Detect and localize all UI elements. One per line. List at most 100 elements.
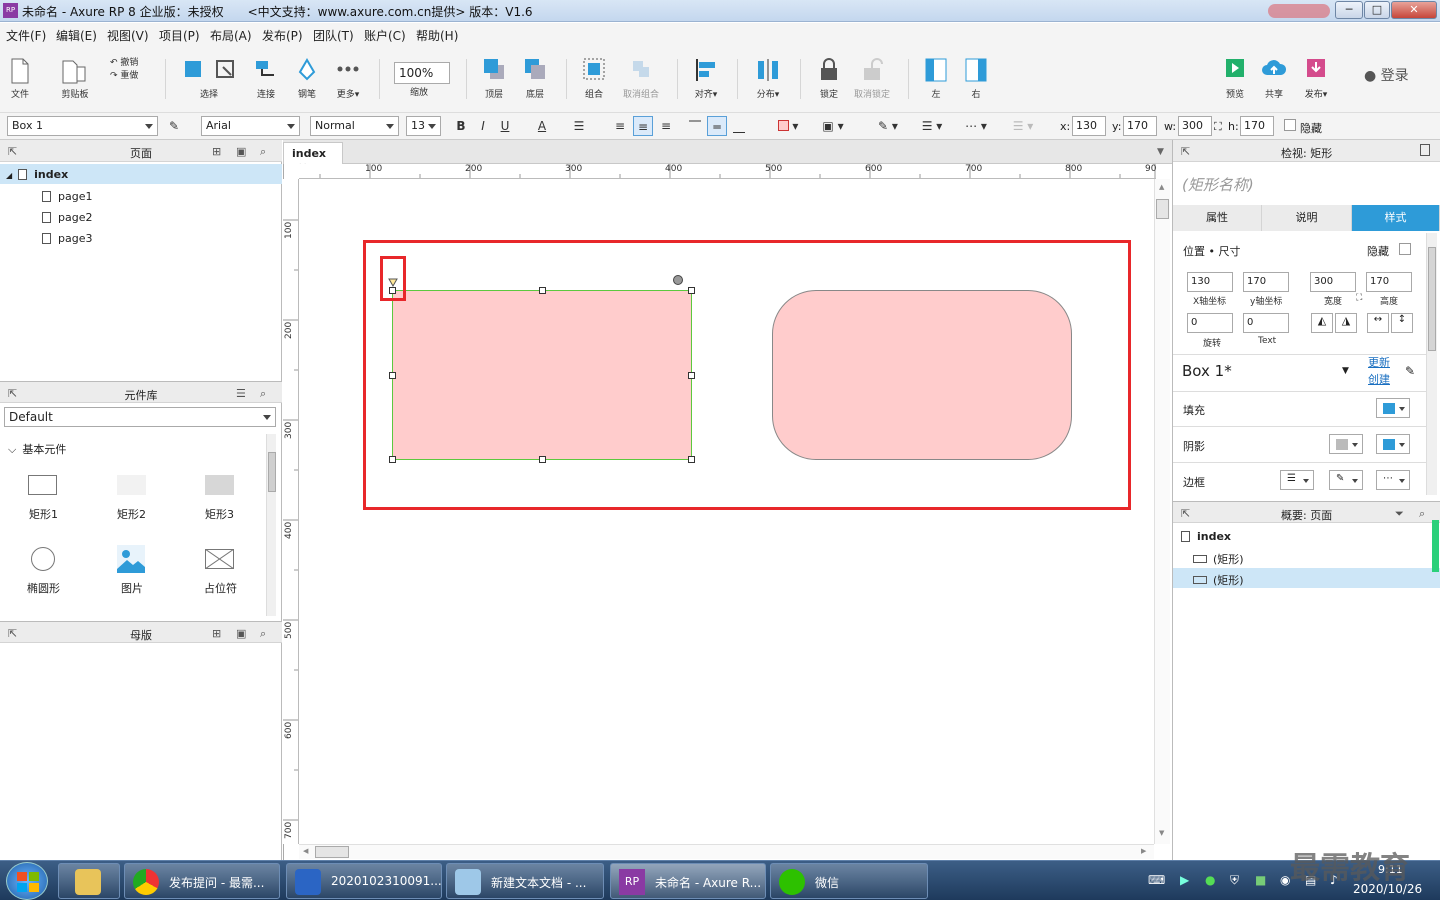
- resize-handle[interactable]: [539, 287, 546, 294]
- note-icon[interactable]: [1420, 144, 1430, 156]
- resize-handle[interactable]: [688, 287, 695, 294]
- page-tree-item[interactable]: page2: [42, 211, 92, 224]
- menu-view[interactable]: 视图(V): [107, 27, 149, 44]
- menu-icon[interactable]: ☰: [236, 387, 246, 400]
- flip-vertical-icon[interactable]: ◮: [1335, 313, 1357, 333]
- notepad-taskbar-item[interactable]: 新建文本文档 - ...: [446, 863, 604, 899]
- inspector-w-input[interactable]: 300: [1310, 272, 1356, 292]
- tray-app-icon[interactable]: ▶: [1180, 873, 1189, 887]
- security-icon[interactable]: ⛨: [1230, 873, 1239, 888]
- explorer-taskbar-item[interactable]: [58, 863, 120, 899]
- outline-item[interactable]: (矩形): [1193, 551, 1244, 567]
- collapse-icon[interactable]: ⇱: [1181, 145, 1190, 158]
- horizontal-scrollbar[interactable]: ◀ ▶: [299, 844, 1154, 859]
- scroll-down-icon[interactable]: ▼: [1159, 829, 1164, 837]
- fit-height-icon[interactable]: ↕: [1391, 313, 1413, 333]
- inspector-h-input[interactable]: 170: [1366, 272, 1412, 292]
- add-master-icon[interactable]: ⊞: [212, 627, 221, 640]
- valign-bottom-icon[interactable]: ⎽: [729, 116, 749, 136]
- image-widget-icon[interactable]: [117, 545, 145, 573]
- aspect-lock-icon[interactable]: ⛶: [1356, 293, 1362, 303]
- underline-button[interactable]: U: [495, 116, 515, 136]
- add-folder-icon[interactable]: ▣: [236, 145, 246, 158]
- font-color-button[interactable]: A: [525, 116, 559, 136]
- tab-properties[interactable]: 属性: [1173, 205, 1262, 231]
- nvidia-icon[interactable]: ■: [1255, 873, 1266, 887]
- border-color-picker[interactable]: ✎: [1329, 470, 1363, 490]
- fill-color-button[interactable]: ▾: [770, 116, 806, 136]
- wechat-taskbar-item[interactable]: 微信: [770, 863, 928, 899]
- library-select[interactable]: Default: [4, 407, 276, 427]
- wechat-tray-icon[interactable]: ●: [1205, 873, 1215, 887]
- connect-button[interactable]: 连接: [252, 57, 280, 100]
- add-page-icon[interactable]: ⊞: [212, 145, 221, 158]
- line-width-button[interactable]: ☰ ▾: [914, 116, 950, 136]
- login-button[interactable]: ● 登录: [1364, 65, 1409, 85]
- rectangle2-widget[interactable]: [117, 475, 146, 495]
- style-editor-icon[interactable]: ✎: [164, 116, 184, 136]
- share-button[interactable]: 共享: [1260, 57, 1288, 100]
- keyboard-icon[interactable]: ⌨: [1148, 873, 1165, 887]
- chrome-taskbar-item[interactable]: 发布提问 - 最需...: [124, 863, 280, 899]
- scroll-left-icon[interactable]: ◀: [303, 847, 308, 855]
- publish-button[interactable]: 发布▾: [1300, 57, 1332, 100]
- inspector-scrollbar[interactable]: [1426, 233, 1437, 495]
- search-icon[interactable]: ⌕: [260, 387, 266, 401]
- valign-middle-icon[interactable]: ═: [707, 116, 727, 136]
- resize-handle[interactable]: [688, 372, 695, 379]
- inner-shadow-picker[interactable]: [1376, 434, 1410, 454]
- font-size-select[interactable]: 13: [406, 116, 441, 136]
- ungroup-button[interactable]: 取消组合: [618, 57, 664, 100]
- corner-radius-handle-icon[interactable]: [388, 278, 398, 287]
- resize-handle[interactable]: [539, 456, 546, 463]
- menu-layout[interactable]: 布局(A): [210, 27, 252, 44]
- shape-name-input[interactable]: (矩形名称): [1182, 174, 1254, 195]
- page-tree-item[interactable]: page1: [42, 190, 92, 203]
- library-scrollbar[interactable]: [266, 434, 276, 616]
- bullet-list-icon[interactable]: ☰: [569, 116, 589, 136]
- tab-notes[interactable]: 说明: [1262, 205, 1352, 231]
- hide-checkbox[interactable]: [1399, 243, 1411, 255]
- fill-color-picker[interactable]: [1376, 398, 1410, 418]
- align-button[interactable]: 对齐▾: [690, 57, 722, 100]
- close-button[interactable]: ✕: [1391, 1, 1437, 19]
- aspect-lock-icon[interactable]: ⛶: [1214, 120, 1222, 134]
- collapse-icon[interactable]: ⇱: [1181, 507, 1190, 520]
- font-style-select[interactable]: Normal: [310, 116, 399, 136]
- align-text-center-icon[interactable]: ≡: [633, 116, 653, 136]
- zoom-select[interactable]: 100%: [394, 62, 450, 84]
- left-panel-button[interactable]: 左: [924, 57, 948, 100]
- widget-name-select[interactable]: Box 1: [7, 116, 158, 136]
- page-tree-item[interactable]: page3: [42, 232, 92, 245]
- menu-file[interactable]: 文件(F): [6, 27, 46, 44]
- qq-icon[interactable]: ◉: [1280, 873, 1290, 887]
- minimize-button[interactable]: ─: [1335, 1, 1363, 19]
- vertical-scrollbar[interactable]: ▲ ▼: [1154, 179, 1170, 844]
- tab-index[interactable]: index ×: [283, 142, 343, 173]
- rounded-rectangle-shape[interactable]: [772, 290, 1072, 460]
- italic-button[interactable]: I: [473, 116, 493, 136]
- search-icon[interactable]: ⌕: [260, 627, 266, 641]
- style-name[interactable]: Box 1*: [1182, 362, 1232, 380]
- redo-button[interactable]: ↷ 重做: [110, 68, 150, 81]
- outline-item[interactable]: (矩形): [1193, 572, 1244, 588]
- border-width-picker[interactable]: ☰: [1280, 470, 1314, 490]
- menu-project[interactable]: 项目(P): [159, 27, 200, 44]
- align-text-right-icon[interactable]: ≡: [656, 116, 676, 136]
- ellipse-widget[interactable]: [31, 547, 55, 571]
- fit-width-icon[interactable]: ↔: [1367, 313, 1389, 333]
- page-tree-root[interactable]: ◢ index: [6, 168, 68, 181]
- font-family-select[interactable]: Arial: [201, 116, 300, 136]
- file-button[interactable]: 文件: [8, 57, 32, 100]
- tab-list-chevron-icon[interactable]: ▼: [1157, 147, 1164, 157]
- more-button[interactable]: 更多▾: [332, 57, 364, 100]
- tab-style[interactable]: 样式: [1352, 205, 1440, 231]
- lock-button[interactable]: 锁定: [815, 57, 843, 100]
- unlock-button[interactable]: 取消锁定: [852, 57, 892, 100]
- rectangle1-widget[interactable]: [28, 475, 57, 495]
- x-input[interactable]: 130: [1072, 116, 1106, 136]
- resize-handle[interactable]: [389, 456, 396, 463]
- scroll-right-icon[interactable]: ▶: [1141, 847, 1146, 855]
- inspector-y-input[interactable]: 170: [1243, 272, 1289, 292]
- axure-taskbar-item[interactable]: RP 未命名 - Axure R...: [610, 863, 766, 899]
